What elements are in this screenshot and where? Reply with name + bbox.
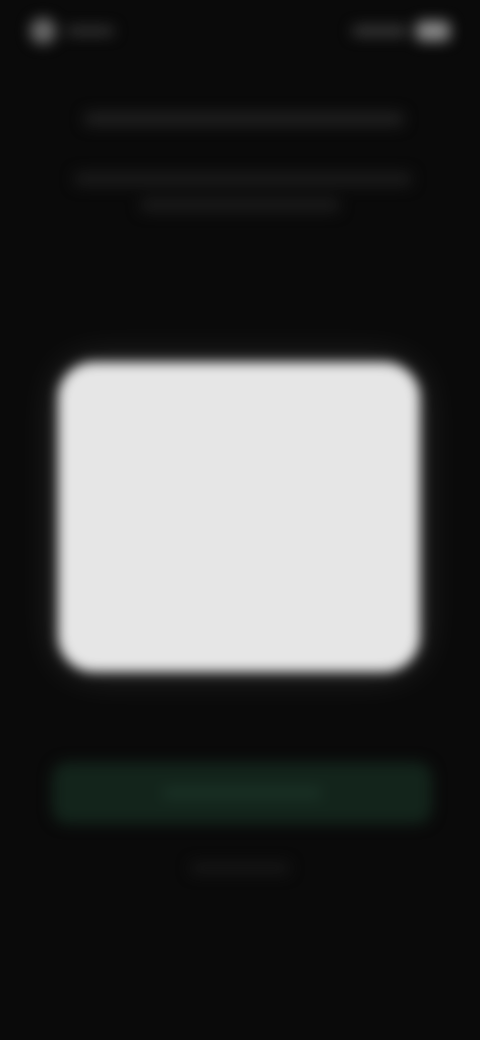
status-left	[30, 18, 114, 44]
app-screen	[0, 0, 480, 1040]
dialog-actions	[88, 600, 390, 608]
footer-link[interactable]	[190, 862, 290, 874]
status-bar	[30, 16, 450, 46]
page-subtitle	[74, 172, 412, 186]
status-right	[352, 21, 450, 41]
primary-button-label	[162, 788, 322, 798]
status-time	[66, 27, 114, 35]
signal-icon	[352, 26, 408, 36]
status-indicator-icon	[30, 18, 56, 44]
page-subtitle-line-2	[140, 198, 340, 212]
page-heading	[84, 112, 404, 126]
dialog-secondary-button[interactable]	[88, 600, 104, 608]
battery-icon	[416, 21, 450, 41]
dialog	[58, 362, 420, 672]
primary-button[interactable]	[52, 762, 432, 824]
dialog-primary-button[interactable]	[374, 600, 390, 608]
